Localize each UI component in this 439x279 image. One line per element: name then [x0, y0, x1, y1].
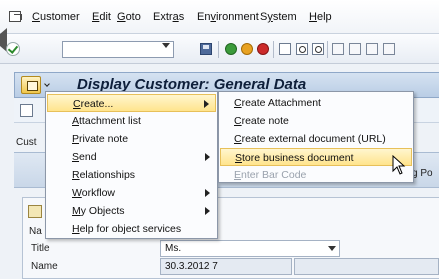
- exit-icon[interactable]: [241, 43, 253, 55]
- submenu-item-create-note[interactable]: Create note: [220, 112, 412, 130]
- submenu-item-enter-bar-code: Enter Bar Code: [220, 166, 412, 184]
- chevron-down-icon[interactable]: [44, 81, 50, 87]
- menu-item-send[interactable]: Send: [47, 148, 216, 166]
- submenu-arrow-icon: [205, 189, 210, 197]
- command-dropdown-icon[interactable]: [162, 43, 170, 48]
- menu-system[interactable]: System: [260, 11, 297, 23]
- menu-item-help-object-services[interactable]: Help for object services: [47, 220, 216, 238]
- other-customer-icon[interactable]: [20, 104, 33, 117]
- title-field[interactable]: Ms.: [160, 240, 340, 257]
- standard-toolbar: [0, 28, 439, 64]
- group-label: Na: [29, 226, 42, 237]
- cancel-icon[interactable]: [257, 43, 269, 55]
- title-label: Title: [31, 243, 50, 254]
- print-icon[interactable]: [279, 43, 291, 55]
- address-icon: [28, 205, 42, 218]
- menu-item-label: Create note: [234, 115, 289, 127]
- last-page-icon[interactable]: [383, 43, 395, 55]
- menu-item-attachment-list[interactable]: Attachment list: [47, 112, 216, 130]
- submenu-item-store-business-document[interactable]: Store business document: [220, 148, 412, 166]
- exit-icon[interactable]: [9, 11, 22, 22]
- submenu-item-create-attachment[interactable]: Create Attachment: [220, 94, 412, 112]
- menu-item-label: Create Attachment: [234, 97, 321, 109]
- menu-item-label: My Objects: [72, 205, 125, 217]
- create-submenu: Create Attachment Create note Create ext…: [218, 91, 414, 183]
- menu-item-label: Relationships: [72, 169, 136, 181]
- object-services-menu: Create... Attachment list Private note S…: [45, 91, 218, 239]
- submenu-item-create-external-document[interactable]: Create external document (URL): [220, 130, 412, 148]
- menu-item-workflow[interactable]: Workflow: [47, 184, 216, 202]
- enter-icon[interactable]: [6, 42, 20, 56]
- menu-item-label: Workflow: [72, 187, 115, 199]
- toolbar-separator: [273, 41, 274, 58]
- submenu-arrow-icon: [204, 100, 209, 108]
- toolbar-separator: [218, 41, 219, 58]
- menu-edit[interactable]: Edit: [92, 11, 111, 23]
- first-page-icon[interactable]: [332, 43, 344, 55]
- name-field-2[interactable]: [294, 258, 439, 275]
- menu-item-create[interactable]: Create...: [47, 94, 216, 112]
- menu-item-label: Create external document (URL): [234, 133, 386, 145]
- menu-item-label: Private note: [72, 133, 129, 145]
- menu-customer[interactable]: Customer: [32, 11, 80, 23]
- save-icon[interactable]: [200, 43, 212, 55]
- services-for-object-icon[interactable]: [21, 76, 41, 94]
- previous-page-icon[interactable]: [349, 43, 361, 55]
- submenu-arrow-icon: [205, 153, 210, 161]
- name-label: Name: [31, 261, 58, 272]
- menu-extras[interactable]: Extras: [153, 11, 184, 23]
- menu-item-my-objects[interactable]: My Objects: [47, 202, 216, 220]
- menu-environment[interactable]: Environment: [197, 11, 259, 23]
- back-icon[interactable]: [225, 43, 237, 55]
- menu-help[interactable]: Help: [309, 11, 332, 23]
- menu-item-private-note[interactable]: Private note: [47, 130, 216, 148]
- toolbar-separator: [327, 41, 328, 58]
- menu-item-label: Send: [72, 151, 97, 163]
- menu-item-label: Enter Bar Code: [234, 169, 307, 181]
- tab-label-partial[interactable]: g Po: [412, 168, 433, 179]
- customer-label: Cust: [16, 137, 37, 148]
- menu-goto[interactable]: Goto: [117, 11, 141, 23]
- chevron-down-icon[interactable]: [328, 246, 336, 251]
- menu-item-label: Attachment list: [72, 115, 141, 127]
- find-icon[interactable]: [296, 43, 308, 55]
- mouse-pointer-icon: [392, 155, 406, 175]
- find-next-icon[interactable]: [312, 43, 324, 55]
- title-field-row: Title Ms.: [22, 240, 439, 257]
- command-field[interactable]: [62, 41, 174, 58]
- name-field-row: Name 30.3.2012 7: [22, 258, 439, 275]
- submenu-arrow-icon: [205, 207, 210, 215]
- menu-item-relationships[interactable]: Relationships: [47, 166, 216, 184]
- menu-item-label: Store business document: [235, 152, 354, 164]
- menu-item-label: Help for object services: [72, 223, 182, 235]
- menu-item-label: Create...: [73, 98, 114, 110]
- next-page-icon[interactable]: [366, 43, 378, 55]
- name-field[interactable]: 30.3.2012 7: [160, 258, 292, 275]
- menu-bar: Customer Edit Goto Extras Environment Sy…: [0, 0, 439, 34]
